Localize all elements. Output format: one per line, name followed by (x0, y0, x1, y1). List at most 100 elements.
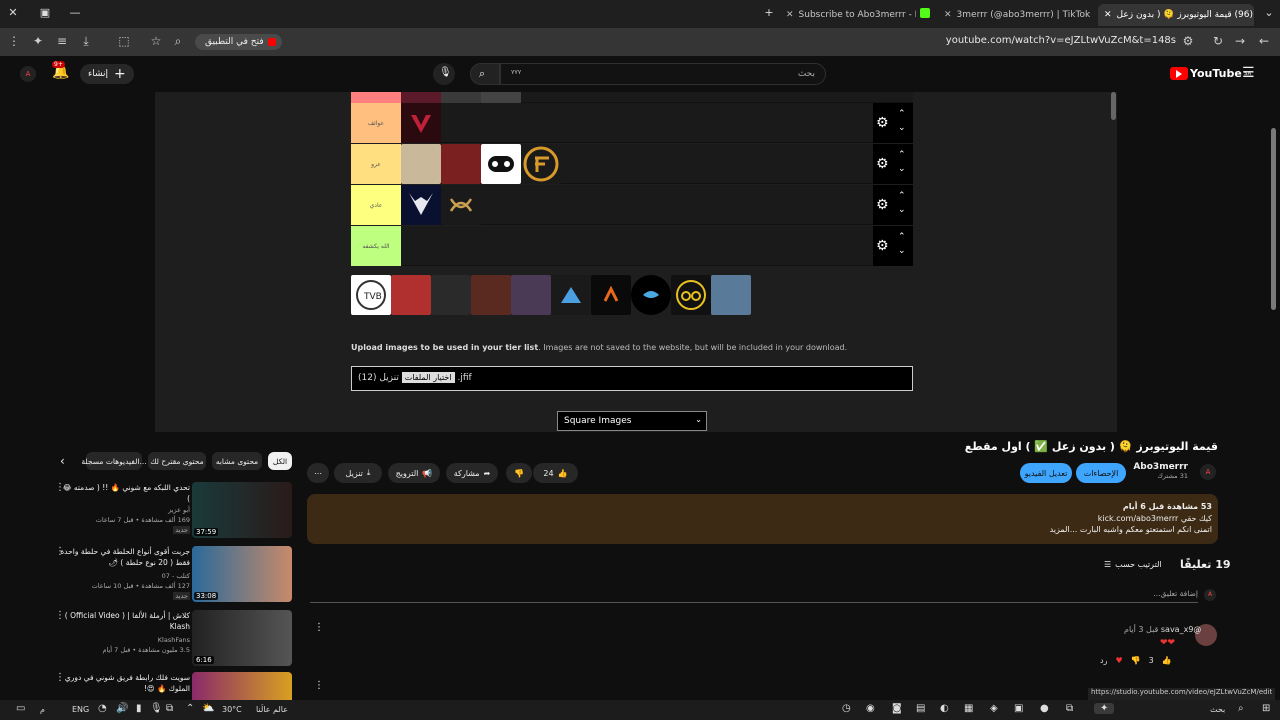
app-icon[interactable]: ● (1040, 703, 1049, 714)
network-tray-icon[interactable]: ⧉ (166, 703, 173, 714)
chips-prev-chevron-icon[interactable]: ‹ (60, 454, 65, 468)
close-tab-icon[interactable]: ✕ (1104, 10, 1112, 20)
chip-recommended[interactable]: محتوى مقترح لك (148, 452, 206, 470)
back-icon[interactable]: ← (1256, 34, 1272, 48)
search-button[interactable]: ⌕ (470, 63, 500, 85)
video-scrollbar[interactable] (1111, 92, 1116, 120)
tier-label[interactable]: عرو (351, 144, 401, 184)
video-thumbnail[interactable]: 33:08 (192, 546, 292, 602)
close-tab-icon[interactable]: ✕ (944, 10, 952, 20)
analytics-button[interactable]: الإحصاءات (1076, 463, 1126, 483)
guide-menu-icon[interactable]: ☰ (1242, 65, 1255, 81)
volume-icon[interactable]: 🔊 (116, 703, 128, 714)
file-explorer-icon[interactable]: ▤ (916, 703, 925, 714)
open-in-app-button[interactable]: فتح في التطبيق (195, 34, 282, 50)
youtube-logo[interactable]: YouTube SA (1170, 67, 1251, 80)
tier-image[interactable] (401, 185, 441, 225)
start-button-icon[interactable]: ⊞ (1262, 703, 1270, 714)
forward-icon[interactable]: → (1232, 34, 1248, 48)
search-input[interactable]: ᵞᵞᵞ بحث (500, 63, 826, 85)
taskbar-search[interactable]: بحث (1210, 705, 1225, 714)
reply-button[interactable]: رد (1100, 656, 1107, 665)
more-actions-button[interactable]: ⋯ (307, 463, 329, 483)
channel-avatar[interactable]: A (1200, 464, 1216, 480)
video-description[interactable]: 53 مشاهدة قبل 6 أيام كيك حقي kick.com/ab… (307, 494, 1218, 544)
page-scrollbar[interactable] (1271, 128, 1276, 310)
edit-video-button[interactable]: تعديل الفيديو (1020, 463, 1072, 483)
recommendation-item[interactable]: 37:59 تحدي اللبكه مع شوني 🔥 !! ( صدمته 😂… (55, 482, 295, 540)
new-tab-icon[interactable]: + (762, 6, 776, 19)
menu-dots-icon[interactable]: ⋮ (6, 34, 22, 48)
channel-info[interactable]: Abo3merrr 31 مشترك (1130, 462, 1188, 480)
video-thumbnail[interactable]: 6:16 (192, 610, 292, 666)
comment-more-icon[interactable]: ⋮ (314, 680, 324, 691)
more-vert-icon[interactable]: ⋮ (55, 482, 65, 493)
comment-author[interactable]: @sava_x9 قبل 3 أيام (1124, 625, 1201, 634)
tier-image[interactable] (441, 144, 481, 184)
minimize-window-icon[interactable]: — (68, 6, 82, 19)
screenshot-icon[interactable]: ⬚ (116, 34, 132, 48)
language-indicator[interactable]: ENG (72, 705, 89, 714)
zoom-icon[interactable]: ⌕ (170, 34, 186, 49)
tier-settings-icon[interactable]: ⚙ (876, 197, 889, 213)
comment-dislike-icon[interactable]: 👎 (1131, 656, 1141, 665)
tier-image[interactable] (401, 144, 441, 184)
choose-files-button[interactable]: اختيار الملفات (401, 372, 455, 383)
reload-icon[interactable]: ↻ (1210, 34, 1226, 48)
sort-comments-button[interactable]: ☰ الترتيب حسب (1104, 560, 1162, 569)
promote-button[interactable]: الترويج 📢 (388, 463, 440, 483)
add-comment-input[interactable]: إضافة تعليق... (310, 589, 1198, 603)
task-view-icon[interactable]: ⧉ (1066, 703, 1073, 714)
recommendation-item[interactable]: 6:16 كلاش | أرملة الألفا | ( Official Vi… (55, 610, 295, 668)
video-player[interactable]: عوائف ⚙ ⌃ ⌄ عرو ⚙ ⌃ ⌄ عادي ⚙ ⌃ ⌄ الله يك… (155, 92, 1117, 432)
close-tab-icon[interactable]: ✕ (786, 10, 794, 20)
bookmark-star-icon[interactable]: ☆ (148, 34, 164, 48)
tier-move-arrows[interactable]: ⌃ ⌄ (898, 107, 906, 135)
edge-icon[interactable]: ◐ (940, 703, 949, 714)
creator-heart-icon[interactable]: ♥ (1115, 656, 1122, 665)
app-icon[interactable]: ◈ (990, 703, 998, 714)
file-upload-input[interactable]: اختيار الملفات تنزيل (12).jfif (351, 366, 913, 391)
tier-image[interactable] (521, 144, 561, 184)
create-button[interactable]: إنشاء + (80, 64, 134, 84)
video-thumbnail[interactable] (192, 672, 292, 700)
wifi-icon[interactable]: ◔ (98, 703, 107, 714)
pool-image[interactable] (591, 275, 631, 315)
chrome-icon[interactable]: ◉ (866, 703, 875, 714)
download-icon[interactable]: ⤓ (78, 34, 94, 49)
tier-settings-icon[interactable]: ⚙ (876, 115, 889, 131)
voice-search-button[interactable]: 🎙 (433, 63, 455, 85)
pool-image[interactable] (471, 275, 511, 315)
tier-image[interactable] (401, 103, 441, 143)
tier-move-arrows[interactable]: ⌃ ⌄ (898, 189, 906, 217)
tier-move-arrows[interactable]: ⌃ ⌄ (898, 230, 906, 258)
image-shape-select[interactable]: Square Images ⌄ (557, 411, 707, 431)
more-vert-icon[interactable]: ⋮ (55, 546, 65, 557)
recommendation-item[interactable]: سويت فلك رابطة فريق شوني في دوري الملوك … (55, 672, 295, 700)
download-button[interactable]: تنزيل ⤓ (334, 463, 382, 483)
copilot-icon[interactable]: ✦ (1094, 703, 1115, 714)
video-thumbnail[interactable]: 37:59 (192, 482, 292, 538)
microphone-tray-icon[interactable]: 🎙 (150, 703, 163, 714)
pool-image[interactable] (711, 275, 751, 315)
app-icon[interactable]: ◷ (842, 703, 851, 714)
pool-image[interactable] (431, 275, 471, 315)
share-button[interactable]: مشاركة ➦ (446, 463, 498, 483)
comment-more-icon[interactable]: ⋮ (314, 622, 324, 633)
site-settings-icon[interactable]: ⚙ (1180, 34, 1196, 48)
pool-image[interactable] (511, 275, 551, 315)
tier-label[interactable]: الله يكشفه (351, 226, 401, 266)
tray-overflow-icon[interactable]: ⌃ (186, 703, 194, 714)
tab-youtube[interactable]: ✕ (96) قيمة اليوتيوبرز 🫠 ( بدون زعل (1098, 4, 1254, 26)
weather-temp[interactable]: 30°C (222, 705, 242, 714)
weather-label[interactable]: عالم عالَنا (256, 705, 288, 714)
clock[interactable]: م (40, 705, 45, 714)
tier-move-arrows[interactable]: ⌃ ⌄ (898, 148, 906, 176)
more-vert-icon[interactable]: ⋮ (55, 610, 65, 621)
tier-image[interactable] (441, 185, 481, 225)
recommendation-item[interactable]: 33:08 جربت أقوى أنواع الحلطة في حلطة واح… (55, 546, 295, 604)
store-icon[interactable]: ▦ (964, 703, 973, 714)
pool-image[interactable] (631, 275, 671, 315)
address-bar[interactable]: youtube.com/watch?v=eJZLtwVuZcM&t=148s (930, 35, 1176, 46)
discord-icon[interactable]: ◙ (892, 703, 902, 714)
